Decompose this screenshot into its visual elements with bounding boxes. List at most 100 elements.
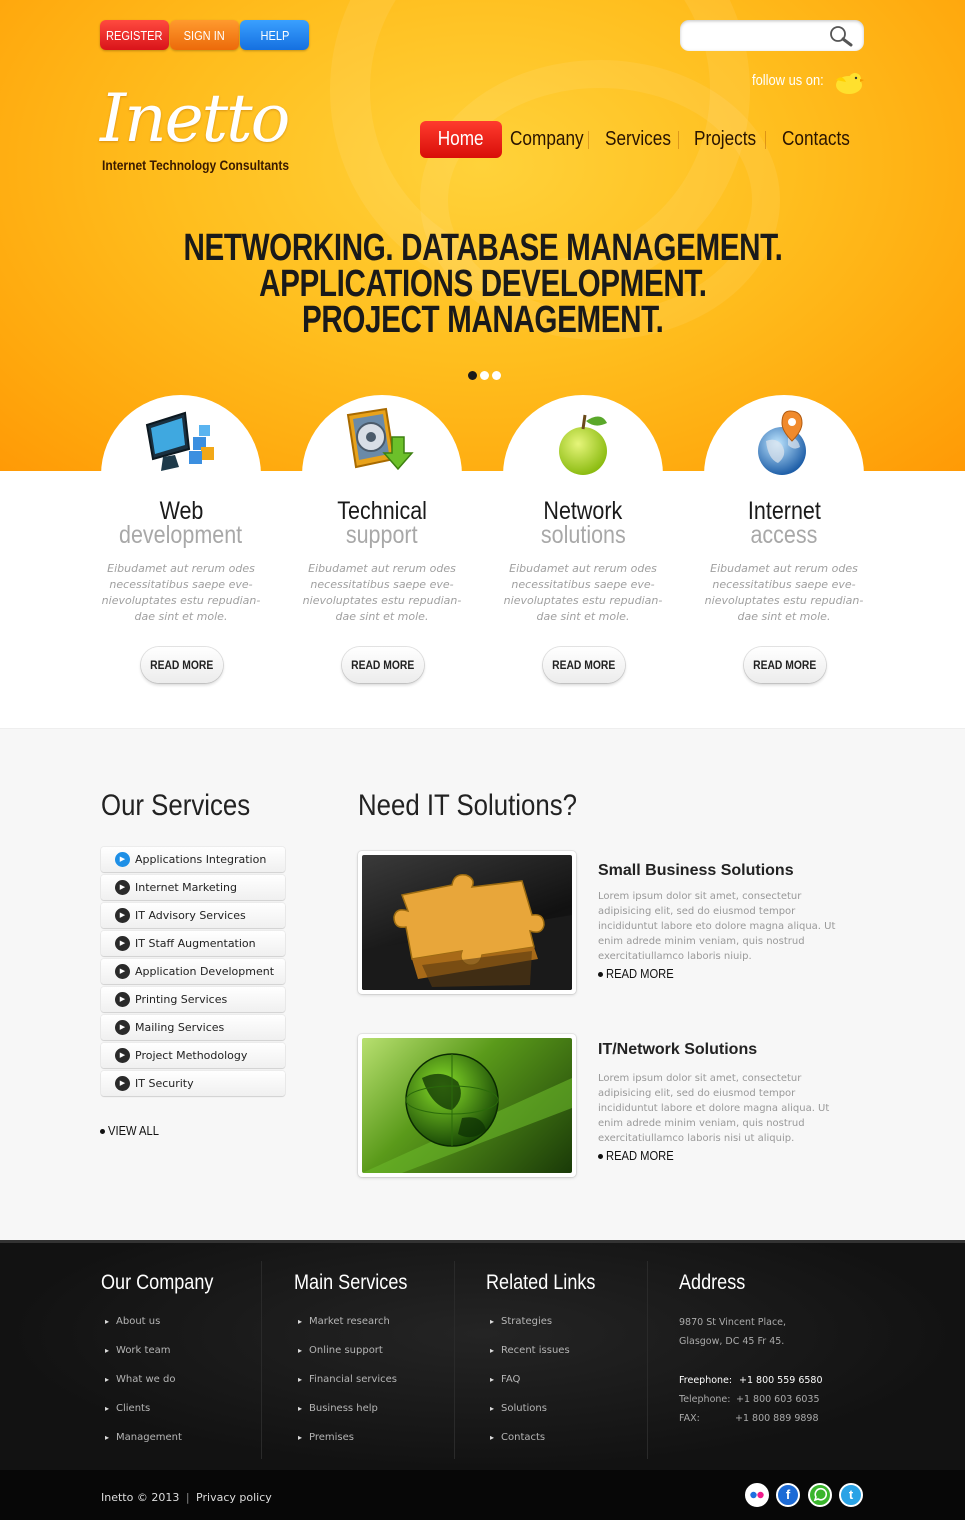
- headline-line: NETWORKING. DATABASE MANAGEMENT.: [183, 227, 782, 269]
- apple-icon: [559, 414, 607, 475]
- content-section: Our Services ▶ Applications Integration ▶…: [0, 728, 965, 1240]
- footer-link[interactable]: Work team: [105, 1345, 170, 1356]
- footer-link[interactable]: About us: [105, 1316, 160, 1327]
- footer-link[interactable]: Contacts: [490, 1432, 545, 1443]
- footer-link[interactable]: Business help: [298, 1403, 378, 1414]
- service-item[interactable]: ▶ Application Development: [101, 959, 285, 984]
- nav-services[interactable]: Services: [605, 121, 682, 158]
- arrow-icon: ▶: [115, 1076, 130, 1091]
- green-globe-image[interactable]: [358, 1034, 576, 1177]
- read-more-button[interactable]: READ MORE: [744, 647, 826, 683]
- nav-separator: [588, 131, 589, 149]
- sign-in-button[interactable]: SIGN IN: [170, 20, 239, 50]
- footer-link[interactable]: Solutions: [490, 1403, 547, 1414]
- feature-subtitle: solutions: [540, 521, 626, 549]
- footer-link[interactable]: Financial services: [298, 1374, 397, 1385]
- nav-separator: [678, 131, 679, 149]
- monitor-cubes-icon: [145, 411, 214, 471]
- feature-text: Eibudamet aut rerum odes necessitatibus …: [101, 562, 261, 623]
- service-item[interactable]: ▶ Printing Services: [101, 987, 285, 1012]
- footer-divider: [454, 1261, 455, 1459]
- services-heading: Our Services: [101, 789, 251, 822]
- service-item[interactable]: ▶ Mailing Services: [101, 1015, 285, 1040]
- footer-heading: Main Services: [294, 1271, 408, 1294]
- service-item[interactable]: ▶ IT Staff Augmentation: [101, 931, 285, 956]
- nav-projects[interactable]: Projects: [694, 121, 766, 158]
- headline-line: APPLICATIONS DEVELOPMENT.: [258, 263, 707, 305]
- footer-link[interactable]: Clients: [105, 1403, 150, 1414]
- feature-subtitle: development: [119, 521, 243, 549]
- service-item[interactable]: ▶ Internet Marketing: [101, 875, 285, 900]
- footer-heading: Address: [679, 1271, 746, 1294]
- help-button[interactable]: HELP: [240, 20, 309, 50]
- nav-separator: [765, 131, 766, 149]
- telephone-label: Telephone:: [679, 1394, 731, 1405]
- read-more-link[interactable]: READ MORE: [598, 966, 685, 981]
- footer-link[interactable]: Strategies: [490, 1316, 552, 1327]
- footer-link[interactable]: Recent issues: [490, 1345, 570, 1356]
- solution-title: Small Business Solutions: [598, 862, 794, 879]
- arrow-icon: ▶: [115, 908, 130, 923]
- solution-text: Lorem ipsum dolor sit amet, consectetur …: [598, 891, 836, 962]
- footer-heading: Related Links: [486, 1271, 596, 1294]
- flickr-icon[interactable]: [745, 1483, 769, 1507]
- service-item[interactable]: ▶ Applications Integration: [101, 847, 285, 872]
- follow-us: follow us on:: [752, 72, 864, 94]
- copyright: Inetto © 2013 | Privacy policy: [101, 1491, 272, 1504]
- footer-heading: Our Company: [101, 1271, 214, 1294]
- slider-pagination: [468, 371, 501, 380]
- read-more-button[interactable]: READ MORE: [342, 647, 424, 683]
- slider-dot[interactable]: [468, 371, 477, 380]
- service-item[interactable]: ▶ IT Security: [101, 1071, 285, 1096]
- fax-number: +1 800 889 9898: [735, 1413, 819, 1424]
- privacy-policy-link[interactable]: Privacy policy: [196, 1491, 272, 1504]
- footer-link[interactable]: Premises: [298, 1432, 354, 1443]
- service-item[interactable]: ▶ Project Methodology: [101, 1043, 285, 1068]
- globe-pin-icon: [758, 410, 806, 475]
- service-item[interactable]: ▶ IT Advisory Services: [101, 903, 285, 928]
- copyright-text: Inetto © 2013: [101, 1491, 180, 1504]
- twitter-icon[interactable]: t: [839, 1483, 863, 1507]
- hero-headline: NETWORKING. DATABASE MANAGEMENT. APPLICA…: [0, 227, 965, 339]
- logo-wordmark[interactable]: Inetto: [100, 80, 290, 157]
- register-button[interactable]: REGISTER: [100, 20, 169, 50]
- search-icon[interactable]: [828, 24, 854, 48]
- arrow-icon: ▶: [115, 1048, 130, 1063]
- footer-link[interactable]: Online support: [298, 1345, 383, 1356]
- footer-link[interactable]: Management: [105, 1432, 182, 1443]
- feature-title: Internet: [747, 497, 821, 525]
- footer-divider: [261, 1261, 262, 1459]
- freephone-number: +1 800 559 6580: [739, 1375, 823, 1386]
- feature-subtitle: access: [750, 521, 818, 549]
- footer: Our Company About us Work team What we d…: [0, 1240, 965, 1470]
- freephone-label: Freephone:: [679, 1375, 733, 1386]
- footer-link[interactable]: Market research: [298, 1316, 390, 1327]
- nav-company[interactable]: Company: [510, 121, 596, 158]
- bottom-bar: Inetto © 2013 | Privacy policy f t: [0, 1470, 965, 1520]
- footer-divider: [647, 1261, 648, 1459]
- feature-title: Network: [543, 497, 623, 525]
- feature-text: Eibudamet aut rerum odes necessitatibus …: [704, 562, 864, 623]
- read-more-link[interactable]: READ MORE: [598, 1148, 685, 1163]
- puzzle-image[interactable]: [358, 851, 576, 994]
- slider-dot[interactable]: [480, 371, 489, 380]
- read-more-button[interactable]: READ MORE: [543, 647, 625, 683]
- whatsapp-icon[interactable]: [808, 1483, 832, 1507]
- arrow-icon: ▶: [115, 880, 130, 895]
- footer-link[interactable]: FAQ: [490, 1374, 520, 1385]
- footer-link[interactable]: What we do: [105, 1374, 175, 1385]
- nav-contacts[interactable]: Contacts: [782, 121, 861, 158]
- follow-label: follow us on:: [752, 72, 824, 89]
- arrow-icon: ▶: [115, 964, 130, 979]
- arrow-icon: ▶: [115, 852, 130, 867]
- bird-icon[interactable]: [832, 70, 864, 96]
- feature-text: Eibudamet aut rerum odes necessitatibus …: [503, 562, 663, 623]
- read-more-button[interactable]: READ MORE: [141, 647, 223, 683]
- arrow-icon: ▶: [115, 936, 130, 951]
- view-all-link[interactable]: VIEW ALL: [100, 1123, 167, 1138]
- slider-dot[interactable]: [492, 371, 501, 380]
- nav-home[interactable]: Home: [420, 121, 502, 158]
- search-input[interactable]: [690, 26, 830, 45]
- solution-text: Lorem ipsum dolor sit amet, consectetur …: [598, 1073, 830, 1144]
- facebook-icon[interactable]: f: [776, 1483, 800, 1507]
